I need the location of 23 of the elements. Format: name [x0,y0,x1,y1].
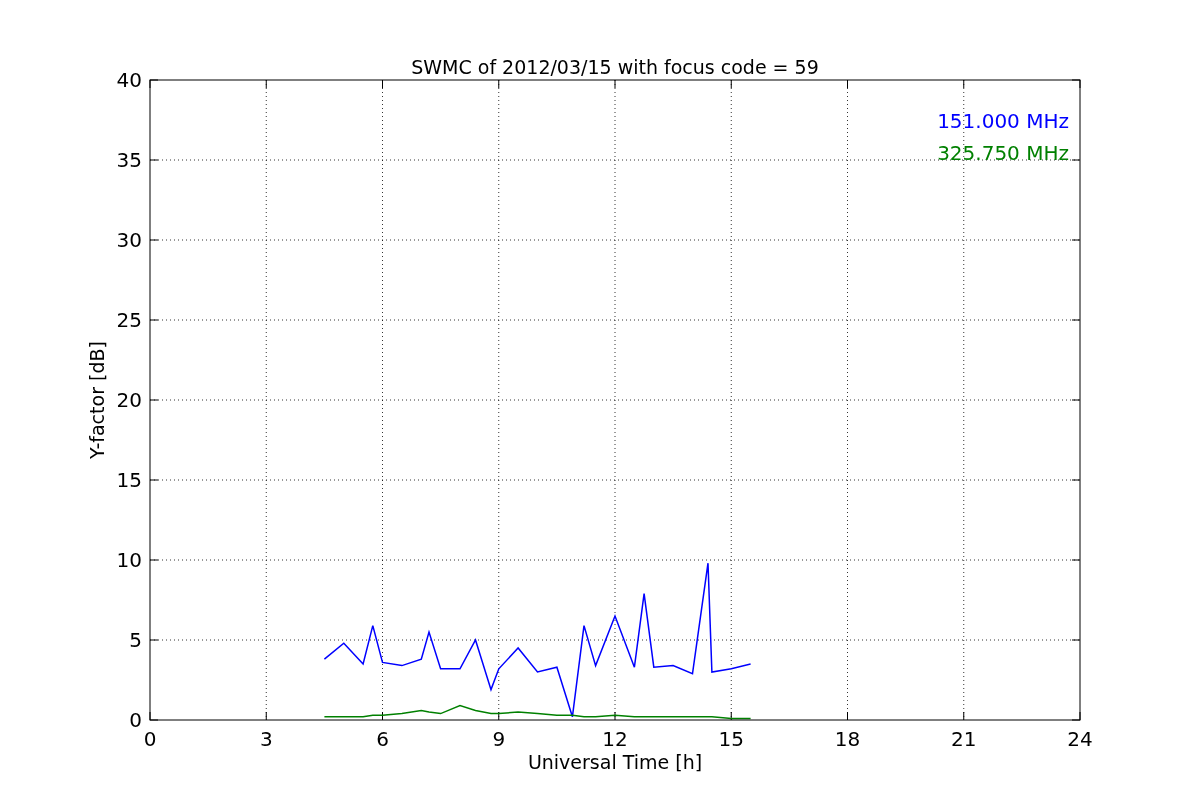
legend-label: 151.000 MHz [937,109,1069,133]
x-tick-label: 15 [718,727,744,751]
x-tick-label: 21 [951,727,977,751]
x-tick-label: 3 [259,727,273,751]
y-tick-label: 40 [116,68,142,92]
x-tick-label: 12 [602,727,628,751]
x-tick-label: 18 [834,727,861,751]
x-tick-label: 0 [143,727,157,751]
y-axis-label: Y-factor [dB] [86,341,108,459]
legend-label: 325.750 MHz [937,141,1069,165]
y-tick-label: 30 [116,228,142,252]
chart-title: SWMC of 2012/03/15 with focus code = 59 [411,56,819,78]
y-tick-label: 0 [129,708,142,732]
y-tick-label: 25 [116,308,142,332]
y-tick-label: 5 [129,628,142,652]
y-tick-label: 10 [116,548,142,572]
x-tick-label: 6 [376,727,389,751]
x-tick-label: 24 [1067,727,1093,751]
x-tick-label: 9 [492,727,506,751]
y-tick-label: 35 [116,148,142,172]
y-tick-label: 20 [116,388,142,412]
x-axis-label: Universal Time [h] [527,751,703,773]
y-tick-label: 15 [116,468,142,492]
